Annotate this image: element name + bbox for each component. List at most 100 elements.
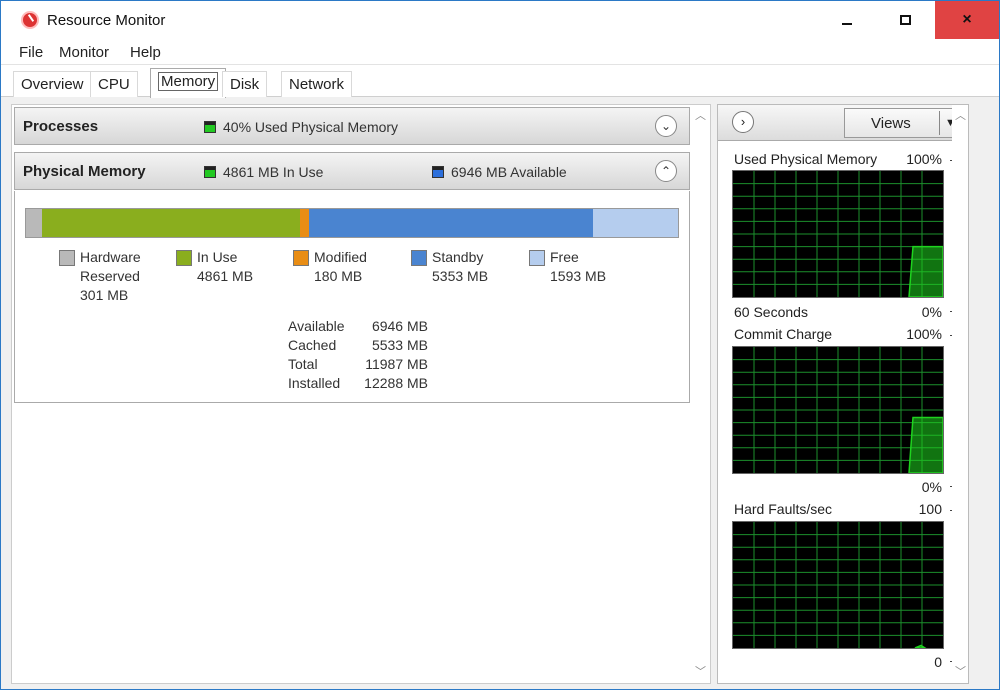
free-legend-swatch bbox=[529, 250, 545, 266]
free-value: 1593 MB bbox=[550, 268, 607, 284]
graphs-toolbar: › Views ▼ bbox=[718, 105, 968, 141]
tab-network-label: Network bbox=[289, 76, 345, 93]
graphs-scroll-up-icon[interactable]: ︿ bbox=[955, 107, 966, 123]
tab-disk[interactable]: Disk bbox=[222, 71, 268, 97]
menu-help[interactable]: Help bbox=[130, 44, 161, 61]
total-label: Total bbox=[288, 356, 318, 372]
graph-time-span-label: 60 Seconds bbox=[734, 304, 808, 320]
standby-label: Standby bbox=[432, 249, 484, 265]
menu-monitor[interactable]: Monitor bbox=[59, 44, 109, 61]
tab-overview[interactable]: Overview bbox=[13, 71, 92, 97]
hardware-reserved-swatch bbox=[59, 250, 75, 266]
used-physical-memory-graph-max: 100% bbox=[906, 151, 942, 167]
available-label: Available bbox=[288, 318, 345, 334]
total-value: 11987 MB bbox=[365, 356, 428, 372]
used-physical-memory-graph-title: Used Physical Memory bbox=[734, 151, 878, 167]
installed-value: 12288 MB bbox=[364, 375, 428, 391]
used-physical-memory-graph bbox=[732, 170, 944, 298]
memory-details-pane: Processes 40% Used Physical Memory ⌄ Phy… bbox=[11, 104, 711, 684]
memory-bar-segment-hardware bbox=[26, 209, 42, 237]
available-value: 6946 MB bbox=[371, 318, 428, 334]
commit-charge-graph bbox=[732, 346, 944, 474]
commit-charge-graph-title: Commit Charge bbox=[734, 326, 833, 342]
maximize-button[interactable] bbox=[876, 1, 935, 39]
memory-usage-bar bbox=[25, 208, 679, 238]
minimize-button[interactable] bbox=[817, 1, 876, 39]
summary-cached-row: Cached 5533 MB bbox=[288, 336, 428, 355]
collapse-physical-memory-chevron-icon[interactable]: ⌃ bbox=[655, 160, 677, 182]
hard-faults-graph-title: Hard Faults/sec bbox=[734, 501, 833, 517]
memory-bar-segment-inuse bbox=[41, 209, 300, 237]
scroll-down-icon[interactable]: ﹀ bbox=[695, 663, 706, 679]
left-pane-scrollbar[interactable]: ︿ ﹀ bbox=[692, 105, 710, 683]
minimize-icon bbox=[841, 23, 852, 25]
tab-overview-label: Overview bbox=[21, 76, 84, 93]
window-title: Resource Monitor bbox=[47, 12, 166, 29]
processes-title: Processes bbox=[23, 118, 99, 135]
close-button[interactable]: × bbox=[935, 1, 999, 39]
graphs-pane: › Views ▼ Used Physical Memory 100% 60 S… bbox=[717, 104, 969, 684]
tab-memory-label: Memory bbox=[158, 72, 219, 91]
graph-usage-area bbox=[908, 416, 943, 473]
views-label: Views bbox=[871, 115, 911, 132]
in-use-stat-text: 4861 MB In Use bbox=[223, 164, 324, 180]
memory-bar-segment-modified bbox=[299, 209, 310, 237]
commit-charge-graph-min: 0% bbox=[921, 479, 942, 495]
title-bar[interactable]: Resource Monitor × bbox=[1, 1, 999, 39]
modified-legend-swatch bbox=[293, 250, 309, 266]
tab-cpu[interactable]: CPU bbox=[90, 71, 138, 97]
available-stat: 6946 MB Available bbox=[432, 164, 567, 180]
summary-installed-row: Installed 12288 MB bbox=[288, 374, 428, 393]
graphs-scroll-down-icon[interactable]: ﹀ bbox=[955, 663, 966, 679]
close-icon: × bbox=[962, 11, 972, 28]
modified-value: 180 MB bbox=[314, 268, 363, 284]
physical-memory-body: Hardware Reserved 301 MB In Use 4861 MB Mod… bbox=[14, 191, 690, 403]
expand-pane-chevron-icon[interactable]: › bbox=[732, 111, 754, 133]
memory-bar-segment-standby bbox=[309, 209, 594, 237]
physical-memory-title: Physical Memory bbox=[23, 163, 146, 180]
hardware-reserved-value: 301 MB bbox=[80, 287, 129, 303]
in-use-label: In Use bbox=[197, 249, 238, 265]
free-label: Free bbox=[550, 249, 579, 265]
standby-value: 5353 MB bbox=[432, 268, 489, 284]
modified-label: Modified bbox=[314, 249, 367, 265]
cached-value: 5533 MB bbox=[371, 337, 428, 353]
resource-monitor-window: Resource Monitor × File Monitor Help Ove… bbox=[0, 0, 1000, 690]
tab-memory[interactable]: Memory bbox=[150, 68, 227, 98]
used-memory-swatch bbox=[204, 121, 216, 133]
hardware-label-line2: Reserved bbox=[80, 268, 140, 284]
memory-summary: Available 6946 MB Cached 5533 MB Total 1198… bbox=[288, 317, 428, 393]
maximize-icon bbox=[900, 15, 911, 25]
tab-network[interactable]: Network bbox=[281, 71, 353, 97]
cached-label: Cached bbox=[288, 337, 337, 353]
physical-memory-section-header[interactable]: Physical Memory 4861 MB In Use 6946 MB A… bbox=[14, 152, 690, 190]
hardware-label-line1: Hardware bbox=[80, 249, 141, 265]
processes-section-header[interactable]: Processes 40% Used Physical Memory ⌄ bbox=[14, 107, 690, 145]
expand-processes-chevron-icon[interactable]: ⌄ bbox=[655, 115, 677, 137]
tab-disk-label: Disk bbox=[230, 76, 260, 93]
in-use-legend-swatch bbox=[176, 250, 192, 266]
summary-total-row: Total 11987 MB bbox=[288, 355, 428, 374]
in-use-swatch bbox=[204, 166, 216, 178]
available-swatch bbox=[432, 166, 444, 178]
hard-faults-graph-min: 0 bbox=[934, 654, 942, 670]
graph-usage-area bbox=[914, 644, 927, 648]
available-stat-text: 6946 MB Available bbox=[451, 164, 567, 180]
graph-usage-area bbox=[908, 245, 943, 297]
commit-charge-graph-max: 100% bbox=[906, 326, 942, 342]
in-use-stat: 4861 MB In Use bbox=[204, 164, 323, 180]
summary-available-row: Available 6946 MB bbox=[288, 317, 428, 336]
menu-file[interactable]: File bbox=[19, 44, 43, 61]
used-physical-memory-text: 40% Used Physical Memory bbox=[223, 119, 399, 135]
graphs-pane-scrollbar[interactable]: ︿ ﹀ bbox=[952, 105, 968, 683]
views-button[interactable]: Views ▼ bbox=[844, 108, 964, 138]
installed-label: Installed bbox=[288, 375, 341, 391]
resource-monitor-icon bbox=[21, 11, 39, 29]
tab-cpu-label: CPU bbox=[98, 76, 130, 93]
scroll-up-icon[interactable]: ︿ bbox=[695, 107, 706, 123]
hard-faults-graph-max: 100 bbox=[918, 501, 942, 517]
used-physical-memory-stat: 40% Used Physical Memory bbox=[204, 119, 398, 135]
standby-legend-swatch bbox=[411, 250, 427, 266]
hard-faults-graph bbox=[732, 521, 944, 649]
memory-bar-segment-free bbox=[593, 209, 678, 237]
